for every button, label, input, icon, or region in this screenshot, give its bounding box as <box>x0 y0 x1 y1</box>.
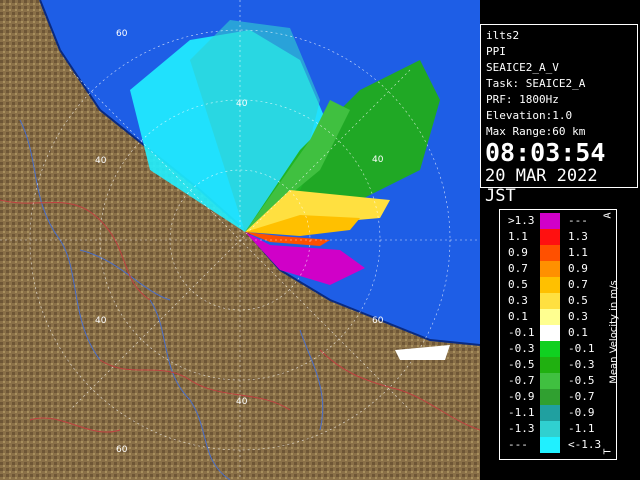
legend-color-swatch <box>540 405 560 421</box>
legend-row: -1.1 -0.9 <box>500 405 618 421</box>
legend-color-swatch <box>540 325 560 341</box>
legend-high-value: -0.7 <box>568 390 595 403</box>
legend-color-swatch <box>540 421 560 437</box>
legend-high-value: 0.9 <box>568 262 588 275</box>
range-label-nw40: 40 <box>95 156 107 166</box>
legend-high-value: 0.3 <box>568 310 588 323</box>
legend-color-swatch <box>540 309 560 325</box>
legend-low-value: -0.1 <box>508 326 535 339</box>
legend-row: >1.3 --- <box>500 213 618 229</box>
legend-low-value: -0.9 <box>508 390 535 403</box>
radar-ppi-map[interactable]: 60 40 40 40 40 40 60 60 <box>0 0 480 480</box>
legend-high-value: -1.1 <box>568 422 595 435</box>
scan-date: 20 MAR 2022 JST <box>485 166 598 206</box>
max-range-value: Max Range:60 km <box>486 125 586 138</box>
scan-name: SEAICE2_A_V <box>486 61 559 74</box>
legend-title-text: Mean Velocity in m/s <box>608 280 620 384</box>
legend-row: 0.7 0.9 <box>500 261 618 277</box>
legend-low-value: >1.3 <box>508 214 535 227</box>
legend-color-swatch <box>540 261 560 277</box>
legend-high-value: -0.5 <box>568 374 595 387</box>
legend-color-swatch <box>540 341 560 357</box>
station-name: ilts2 <box>486 29 520 42</box>
legend-row: 0.1 0.3 <box>500 309 618 325</box>
legend-row: -0.5 -0.3 <box>500 357 618 373</box>
legend-color-swatch <box>540 357 560 373</box>
legend-low-value: -1.3 <box>508 422 535 435</box>
legend-high-value: 1.1 <box>568 246 588 259</box>
legend-row: --- <-1.3 <box>500 437 618 453</box>
legend-low-value: 0.9 <box>508 246 528 259</box>
legend-row: 0.5 0.7 <box>500 277 618 293</box>
legend-row: -0.1 0.1 <box>500 325 618 341</box>
legend-side-bottom-mark: T <box>602 448 614 455</box>
legend-low-value: -1.1 <box>508 406 535 419</box>
legend-row: 0.9 1.1 <box>500 245 618 261</box>
legend-low-value: --- <box>508 438 528 451</box>
legend-high-value: 1.3 <box>568 230 588 243</box>
elevation-value: Elevation:1.0 <box>486 109 573 122</box>
legend-color-swatch <box>540 373 560 389</box>
legend-row: 0.3 0.5 <box>500 293 618 309</box>
legend-row: -0.9 -0.7 <box>500 389 618 405</box>
legend-low-value: -0.7 <box>508 374 535 387</box>
legend-color-swatch <box>540 277 560 293</box>
legend-low-value: -0.3 <box>508 342 535 355</box>
legend-low-value: 1.1 <box>508 230 528 243</box>
product-type: PPI <box>486 45 506 58</box>
legend-high-value: 0.7 <box>568 278 588 291</box>
legend-high-value: -0.1 <box>568 342 595 355</box>
radar-info-panel: ilts2 PPI SEAICE2_A_V Task: SEAICE2_A PR… <box>480 24 638 206</box>
legend-row: 1.1 1.3 <box>500 229 618 245</box>
legend-side-top-mark: A <box>602 212 614 219</box>
legend-low-value: 0.1 <box>508 310 528 323</box>
range-label-se60: 60 <box>372 316 384 326</box>
legend-low-value: 0.3 <box>508 294 528 307</box>
legend-title: Mean Velocity in m/s <box>604 207 624 457</box>
legend-color-swatch <box>540 229 560 245</box>
legend-high-value: 0.5 <box>568 294 588 307</box>
legend-low-value: 0.5 <box>508 278 528 291</box>
range-label-ne40: 40 <box>236 99 248 109</box>
legend-color-swatch <box>540 437 560 453</box>
task-name: Task: SEAICE2_A <box>486 77 586 90</box>
legend-color-swatch <box>540 245 560 261</box>
range-label-s40: 40 <box>236 397 248 407</box>
legend-row: -0.3 -0.1 <box>500 341 618 357</box>
legend-color-swatch <box>540 389 560 405</box>
prf-value: PRF: 1800Hz <box>486 93 559 106</box>
legend-low-value: -0.5 <box>508 358 535 371</box>
legend-low-value: 0.7 <box>508 262 528 275</box>
legend-high-value: -0.3 <box>568 358 595 371</box>
range-label-e40: 40 <box>372 155 384 165</box>
legend-high-value: -0.9 <box>568 406 595 419</box>
velocity-legend: >1.3 --- 1.1 1.3 0.9 1.1 0.7 0.9 0.5 0.7 0.3 0.5 0.1… <box>499 209 617 460</box>
legend-high-value: 0.1 <box>568 326 588 339</box>
legend-high-value: --- <box>568 214 588 227</box>
range-label-sw60: 60 <box>116 445 128 455</box>
legend-high-value: <-1.3 <box>568 438 602 451</box>
scan-time: 08:03:54 <box>485 138 606 167</box>
legend-row: -0.7 -0.5 <box>500 373 618 389</box>
legend-row: -1.3 -1.1 <box>500 421 618 437</box>
legend-color-swatch <box>540 213 560 229</box>
legend-color-swatch <box>540 293 560 309</box>
range-label-sw40: 40 <box>95 316 107 326</box>
range-label-n60: 60 <box>116 29 128 39</box>
